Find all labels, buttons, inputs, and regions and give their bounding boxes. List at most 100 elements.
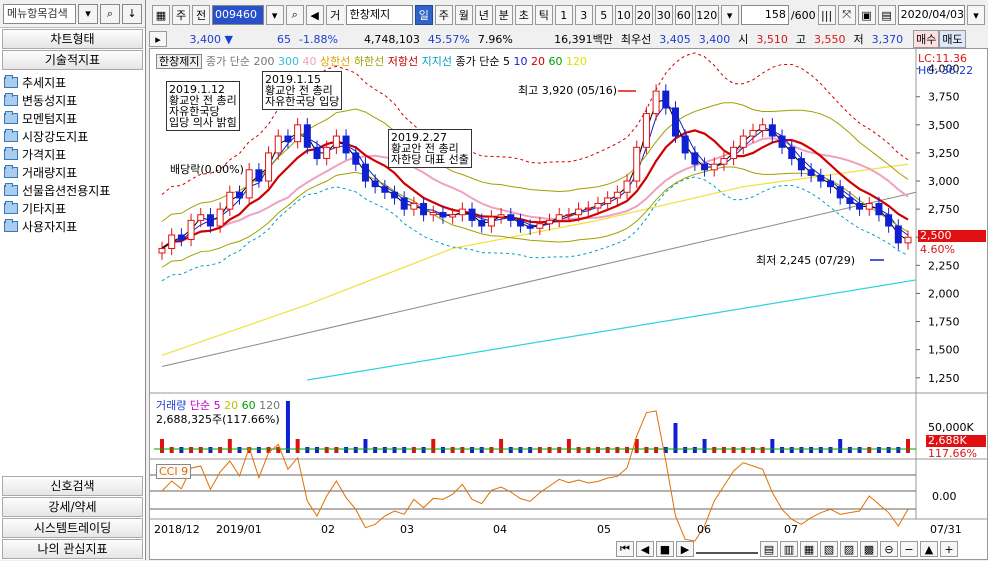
bars-icon[interactable]: ||| — [817, 5, 836, 25]
stop-icon[interactable]: ■ — [656, 541, 674, 557]
volume-bar — [489, 447, 494, 453]
up-icon[interactable]: ▲ — [920, 541, 938, 557]
folder-icon — [4, 128, 18, 142]
technical-indicator-button[interactable]: 기술적지표 — [2, 50, 143, 70]
volume-bar — [499, 439, 504, 453]
candle-body — [759, 124, 767, 131]
interval-5[interactable]: 5 — [594, 5, 613, 25]
tree-item[interactable]: 사용자지표 — [4, 217, 141, 235]
chart-option-icon[interactable]: ▤ — [760, 541, 778, 557]
tree-item[interactable]: 변동성지표 — [4, 91, 141, 109]
quote-arrow-icon[interactable]: ▸ — [149, 31, 167, 47]
calendar-icon[interactable]: ▤ — [877, 5, 896, 25]
speaker-icon[interactable]: ◀ — [305, 5, 324, 25]
period-day[interactable]: 일 — [414, 5, 433, 25]
prev-button[interactable]: 전 — [192, 5, 210, 25]
system-trading-button[interactable]: 시스템트레이딩 — [2, 518, 143, 538]
price-chart-svg[interactable]: 4,0003,7503,5003,2503,0002,7502,5002,250… — [150, 49, 988, 561]
first-icon[interactable]: ⏮ — [616, 541, 634, 557]
minus-icon[interactable]: − — [900, 541, 918, 557]
save-icon[interactable]: ▣ — [857, 5, 876, 25]
volume-bar — [625, 447, 630, 453]
tree-item[interactable]: 거래량지표 — [4, 163, 141, 181]
open-label: 시 — [738, 33, 749, 46]
chart-option-icon[interactable]: ▨ — [840, 541, 858, 557]
legend-ma-20: 20 — [530, 55, 545, 68]
interval-1[interactable]: 1 — [554, 5, 573, 25]
interval-dropdown-icon[interactable]: ▾ — [720, 5, 739, 25]
period-week[interactable]: 주 — [434, 5, 453, 25]
period-year[interactable]: 년 — [474, 5, 493, 25]
period-tick[interactable]: 틱 — [534, 5, 553, 25]
menu-search-input[interactable]: 메뉴항목검색 — [3, 3, 76, 24]
interval-20[interactable]: 20 — [634, 5, 653, 25]
x-axis-label: 05 — [597, 523, 611, 536]
chart-type-button[interactable]: 차트형태 — [2, 29, 143, 49]
chart-option-icon[interactable]: ▥ — [780, 541, 798, 557]
tree-item[interactable]: 가격지표 — [4, 145, 141, 163]
search-icon[interactable]: ⌕ — [285, 5, 304, 25]
candle-body — [420, 203, 428, 216]
date-dropdown-icon[interactable]: ▾ — [967, 5, 986, 25]
volume-bar — [353, 447, 358, 453]
volume-bar — [470, 447, 475, 453]
count-input[interactable]: 158 — [740, 5, 789, 25]
interval-30[interactable]: 30 — [654, 5, 673, 25]
tree-item[interactable]: 추세지표 — [4, 73, 141, 91]
candle-body — [526, 225, 534, 229]
volume-bar — [411, 447, 416, 453]
buy-button[interactable]: 매수 — [913, 30, 940, 48]
strength-button[interactable]: 강세/약세 — [2, 497, 143, 517]
candle-body — [730, 146, 738, 160]
interval-10[interactable]: 10 — [614, 5, 633, 25]
price-axis-label: 1,250 — [928, 372, 960, 385]
interval-3[interactable]: 3 — [574, 5, 593, 25]
dropdown-icon[interactable]: ▾ — [78, 3, 98, 24]
candle-body — [778, 135, 786, 148]
legend-resistance: 저항선 — [387, 55, 419, 68]
tree-item[interactable]: 모멘텀지표 — [4, 109, 141, 127]
candle-body — [594, 203, 602, 209]
interval-120[interactable]: 120 — [694, 5, 719, 25]
volume-bar — [402, 447, 407, 453]
price-axis-label: 3,750 — [928, 91, 960, 104]
tree-item[interactable]: 시장강도지표 — [4, 127, 141, 145]
period-type-select[interactable]: 주 — [172, 5, 190, 25]
volume-bar — [315, 447, 320, 453]
volume-bar — [741, 447, 746, 453]
stock-name-field[interactable]: 한창제지 — [345, 5, 413, 25]
play-icon[interactable]: ▶ — [676, 541, 694, 557]
search-icon[interactable]: ⌕ — [100, 3, 120, 24]
tree-item[interactable]: 기타지표 — [4, 199, 141, 217]
period-month[interactable]: 월 — [454, 5, 473, 25]
legend-stock-name[interactable]: 한창제지 — [156, 54, 203, 69]
chart-menu-icon[interactable]: ▦ — [152, 5, 170, 25]
interval-60[interactable]: 60 — [674, 5, 693, 25]
chart-option-icon[interactable]: ▩ — [860, 541, 878, 557]
period-second[interactable]: 초 — [514, 5, 533, 25]
play-back-icon[interactable]: ◀ — [636, 541, 654, 557]
date-input[interactable]: 2020/04/03 — [897, 5, 966, 25]
plus-icon[interactable]: + — [940, 541, 958, 557]
signal-search-button[interactable]: 신호검색 — [2, 476, 143, 496]
chart-option-icon[interactable]: ▦ — [800, 541, 818, 557]
candle-body — [856, 203, 864, 210]
my-indicator-button[interactable]: 나의 관심지표 — [2, 539, 143, 559]
period-minute[interactable]: 분 — [494, 5, 513, 25]
stock-code-input[interactable]: 009460 — [212, 5, 264, 25]
zoom-out-icon[interactable]: ⊖ — [880, 541, 898, 557]
code-dropdown-icon[interactable]: ▾ — [265, 5, 284, 25]
chart-option-icon[interactable]: ▧ — [820, 541, 838, 557]
candle-body — [352, 152, 360, 165]
sell-button[interactable]: 매도 — [939, 30, 966, 48]
down-arrow-icon[interactable]: ↓ — [122, 3, 142, 24]
volume-bar — [809, 447, 814, 453]
scroll-slider[interactable] — [696, 544, 758, 554]
tree-item[interactable]: 선물옵션전용지표 — [4, 181, 141, 199]
cci-legend[interactable]: CCI 9 — [156, 464, 192, 479]
crosshair-icon[interactable]: ⤧ — [837, 5, 856, 25]
volume-bar — [557, 447, 562, 453]
candle-body — [642, 113, 650, 148]
chart-area[interactable]: 4,0003,7503,5003,2503,0002,7502,5002,250… — [149, 48, 988, 560]
rate2: 7.96% — [477, 32, 513, 46]
